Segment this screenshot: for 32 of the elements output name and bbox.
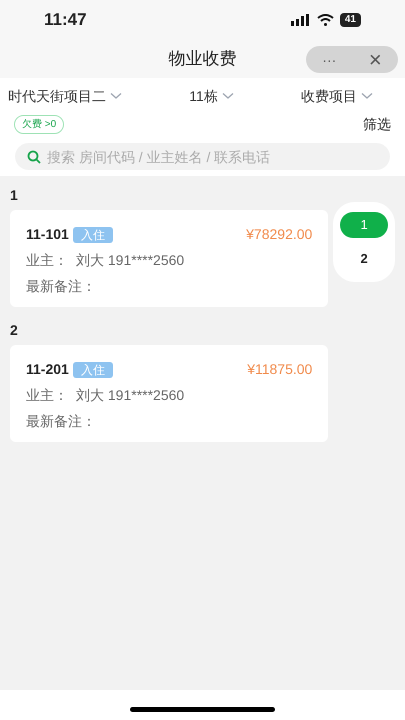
status-tag: 入住 (72, 226, 113, 242)
search-field[interactable]: 搜索 房间代码 / 业主姓名 / 联系电话 (15, 143, 390, 170)
status-time: 11:47 (44, 9, 87, 32)
filter-dropdown[interactable]: 收费项目 (300, 86, 397, 106)
room-code: 11-201 (26, 360, 69, 379)
amount-due: ¥78292.00 (246, 225, 312, 244)
chevron-down-icon (110, 92, 122, 100)
chevron-down-icon (360, 92, 373, 100)
filter-dropdown[interactable]: 时代天街项目二 (8, 86, 144, 106)
filter-button[interactable]: 筛选 (363, 114, 391, 135)
wifi-icon (316, 14, 334, 26)
status-tag: 入住 (72, 362, 113, 378)
note-label: 最新备注： (26, 277, 97, 296)
chevron-down-icon (222, 92, 234, 100)
battery-indicator: 41 (340, 13, 361, 27)
room-card[interactable]: 11-201 入住 ¥11875.00 业主： 刘大 191****2560 最新备注： (10, 345, 328, 442)
amount-due: ¥11875.00 (247, 360, 312, 379)
filter-dropdown[interactable]: 11栋 (189, 86, 256, 106)
page-title: 物业收费 (168, 48, 236, 70)
group-header: 2 (10, 321, 19, 339)
close-button[interactable]: × (368, 48, 382, 70)
owner-label: 业主： (26, 251, 68, 270)
index-item[interactable]: 2 (340, 246, 388, 272)
note-label: 最新备注： (26, 412, 97, 431)
owner-label: 业主： (26, 386, 68, 405)
owner-info: 刘大 191****2560 (76, 251, 184, 270)
room-card[interactable]: 11-101 入住 ¥78292.00 业主： 刘大 191****2560 最新备注： (10, 210, 328, 307)
room-code: 11-101 (26, 225, 69, 244)
more-button[interactable]: ··· (322, 52, 336, 66)
owner-info: 刘大 191****2560 (76, 386, 184, 405)
signal-icon (290, 14, 311, 26)
group-header: 1 (10, 186, 19, 204)
